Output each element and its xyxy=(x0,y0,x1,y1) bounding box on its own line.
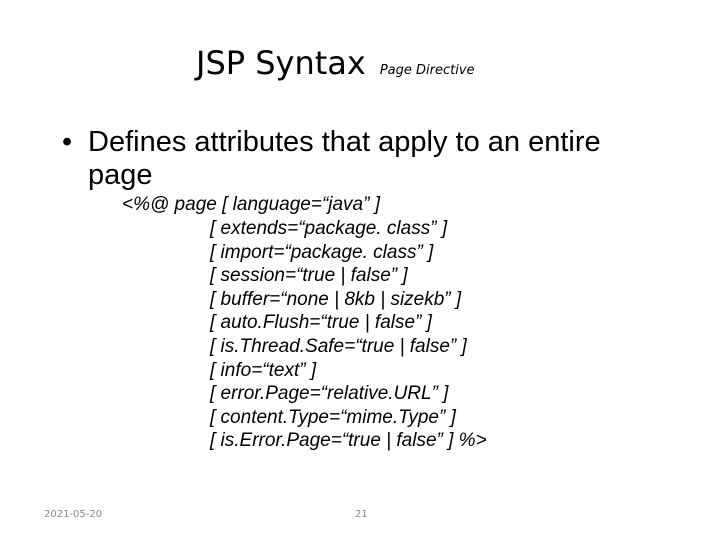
slide-title: JSP Syntax Page Directive xyxy=(196,44,475,82)
footer-date: 2021-05-20 xyxy=(44,509,103,520)
footer-page-number: 21 xyxy=(355,509,368,520)
code-block: [ extends=“package. class” ] [ import=“p… xyxy=(210,217,487,453)
code-line-errorpage: [ error.Page=“relative.URL” ] xyxy=(210,383,449,405)
title-main: JSP Syntax xyxy=(196,44,366,82)
code-first-line: <%@ page [ language=“java” ] xyxy=(122,194,381,215)
code-line-import: [ import=“package. class” ] xyxy=(210,241,434,263)
code-line-buffer: [ buffer=“none | 8kb | sizekb” ] xyxy=(210,288,462,310)
code-line-threadsafe: [ is.Thread.Safe=“true | false” ] xyxy=(210,335,467,357)
bullet-text: Defines attributes that apply to an enti… xyxy=(88,126,601,191)
bullet-marker: • xyxy=(62,126,73,158)
code-line-session: [ session=“true | false” ] xyxy=(210,265,408,287)
code-line-autoflush: [ auto.Flush=“true | false” ] xyxy=(210,312,432,334)
code-line-iserrorpage: [ is.Error.Page=“true | false” ] %> xyxy=(210,430,487,452)
code-line-info: [ info=“text” ] xyxy=(210,359,317,381)
title-subtitle: Page Directive xyxy=(379,63,475,78)
bullet-point: • Defines attributes that apply to an en… xyxy=(62,126,622,192)
code-line-contenttype: [ content.Type=“mime.Type” ] xyxy=(210,406,456,428)
code-line-extends: [ extends=“package. class” ] xyxy=(210,218,448,239)
